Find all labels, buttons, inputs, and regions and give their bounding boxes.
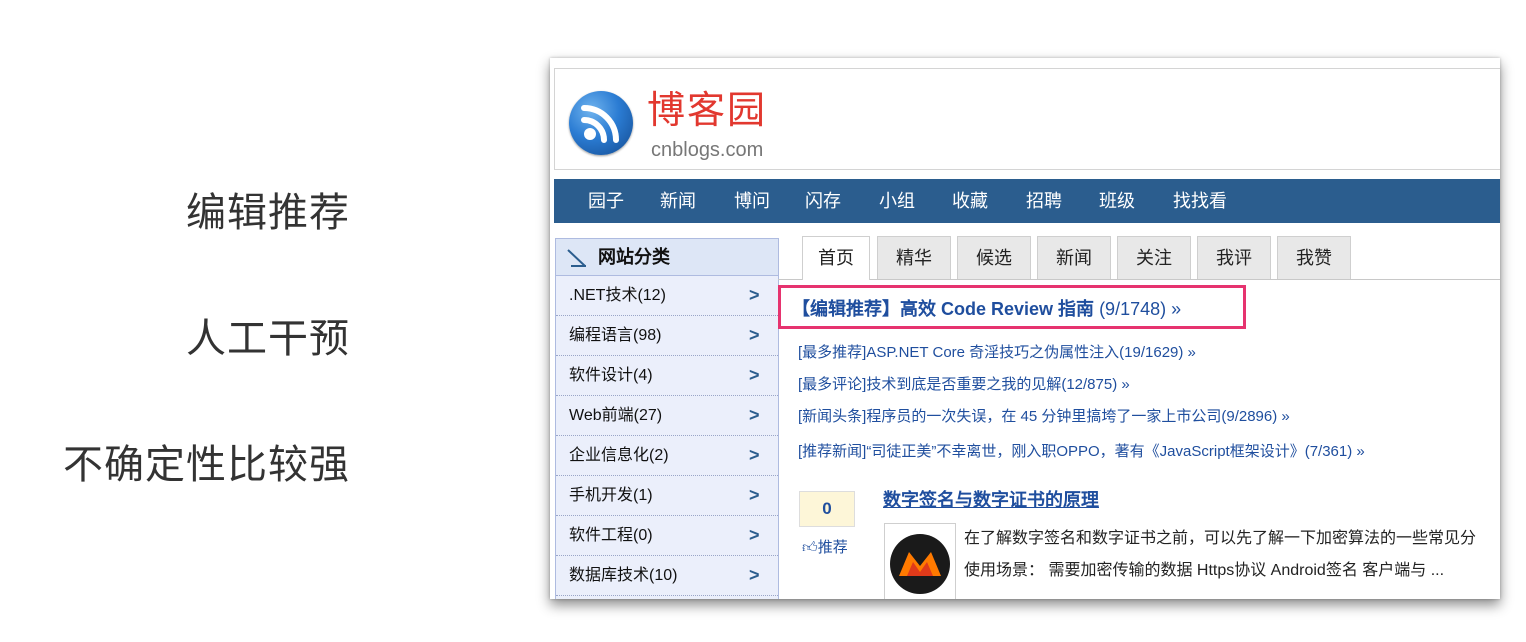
chevron-right-icon: > [749,365,760,385]
recommend-label: 推荐 [817,539,848,556]
nav-item-favorites[interactable]: 收藏 [952,179,988,223]
chevron-right-icon: > [749,285,760,305]
headline-link[interactable]: [新闻头条]程序员的一次失误，在 45 分钟里搞垮了一家上市公司(9/2896)… [798,408,1290,426]
annotation-panel: 编辑推荐 人工干预 不确定性比较强 [0,0,350,642]
author-avatar[interactable] [884,523,956,599]
nav-item-flash[interactable]: 闪存 [805,179,841,223]
featured-link[interactable]: 【编辑推荐】高效 Code Review 指南 (9/1748) » [792,299,1181,319]
sidebar-item[interactable]: 企业信息化(2) > [556,436,778,476]
tab-news[interactable]: 新闻 [1037,236,1111,279]
cnblogs-screenshot: 博客园 cnblogs.com 园子 新闻 博问 闪存 小组 收藏 招聘 班级 … [550,58,1500,599]
sidebar-item[interactable]: 软件工程(0) > [556,516,778,556]
sidebar-item-label: 手机开发(1) [569,487,653,504]
chevron-right-icon: > [749,325,760,345]
sidebar-item-label: 软件设计(4) [569,367,653,384]
sidebar-header: 网站分类 [556,239,778,276]
sidebar-item[interactable]: 手机开发(1) > [556,476,778,516]
recommend-button[interactable]: 👍︎推荐 [802,536,848,557]
arrow-down-right-icon [567,249,586,267]
sidebar-title: 网站分类 [598,247,670,267]
headline-link[interactable]: [推荐新闻]“司徒正美”不幸离世，刚入职OPPO，著有《JavaScript框架… [798,443,1365,461]
chevron-right-icon: > [749,525,760,545]
tab-my-likes[interactable]: 我赞 [1277,236,1351,279]
digg-count: 0 [799,491,855,527]
sidebar-item-label: 软件工程(0) [569,527,653,544]
tab-following[interactable]: 关注 [1117,236,1191,279]
sidebar-item[interactable]: 编程语言(98) > [556,316,778,356]
chevron-right-icon: > [749,485,760,505]
chevron-right-icon: > [749,405,760,425]
sidebar-item[interactable]: 软件设计(4) > [556,356,778,396]
rss-logo-icon[interactable] [569,91,633,155]
headline-link[interactable]: [最多推荐]ASP.NET Core 奇淫技巧之伪属性注入(19/1629) » [798,344,1196,362]
sidebar-item[interactable]: .NET技术(12) > [556,276,778,316]
nav-item-groups[interactable]: 小组 [879,179,915,223]
tab-my-comments[interactable]: 我评 [1197,236,1271,279]
sidebar-item-label: Web前端(27) [569,407,663,424]
site-logo-text[interactable]: 博客园 [647,91,767,131]
headline-link[interactable]: [最多评论]技术到底是否重要之我的见解(12/875) » [798,376,1130,394]
sidebar-item-label: .NET技术(12) [569,287,666,304]
annotation-editor-picks: 编辑推荐 [186,191,350,235]
tab-essence[interactable]: 精华 [877,236,951,279]
featured-count: (9/1748) » [1099,299,1182,319]
sidebar-item[interactable]: 数据库技术(10) > [556,556,778,596]
nav-item-jobs[interactable]: 招聘 [1026,179,1062,223]
post-summary-line: 使用场景： 需要加密传输的数据 Https协议 Android签名 客户端与 .… [964,562,1445,579]
nav-item-questions[interactable]: 博问 [734,179,770,223]
nav-item-yuanzi[interactable]: 园子 [588,179,624,223]
site-domain: cnblogs.com [651,139,764,161]
category-sidebar: 网站分类 .NET技术(12) > 编程语言(98) > 软件设计(4) > W… [555,238,779,599]
nav-item-search[interactable]: 找找看 [1173,179,1227,223]
featured-title: 【编辑推荐】高效 Code Review 指南 [792,299,1095,319]
nav-item-classes[interactable]: 班级 [1099,179,1135,223]
nav-item-news[interactable]: 新闻 [660,179,696,223]
annotation-manual-intervention: 人工干预 [186,317,350,361]
thumbs-up-icon: 👍︎ [802,539,818,556]
sidebar-item-label: 数据库技术(10) [569,567,678,584]
post-summary-line: 在了解数字签名和数字证书之前，可以先了解一下加密算法的一些常见分 [964,530,1477,547]
main-nav: 园子 新闻 博问 闪存 小组 收藏 招聘 班级 找找看 [554,179,1500,223]
sidebar-item-label: 企业信息化(2) [569,447,669,464]
sidebar-item-label: 编程语言(98) [569,327,662,344]
site-header: 博客园 cnblogs.com [554,68,1500,170]
chevron-right-icon: > [749,445,760,465]
chevron-right-icon: > [749,565,760,585]
tab-candidates[interactable]: 候选 [957,236,1031,279]
post-title-link[interactable]: 数字签名与数字证书的原理 [883,486,1099,512]
annotation-high-uncertainty: 不确定性比较强 [63,443,350,487]
sidebar-item[interactable]: Web前端(27) > [556,396,778,436]
tab-home[interactable]: 首页 [802,236,870,280]
